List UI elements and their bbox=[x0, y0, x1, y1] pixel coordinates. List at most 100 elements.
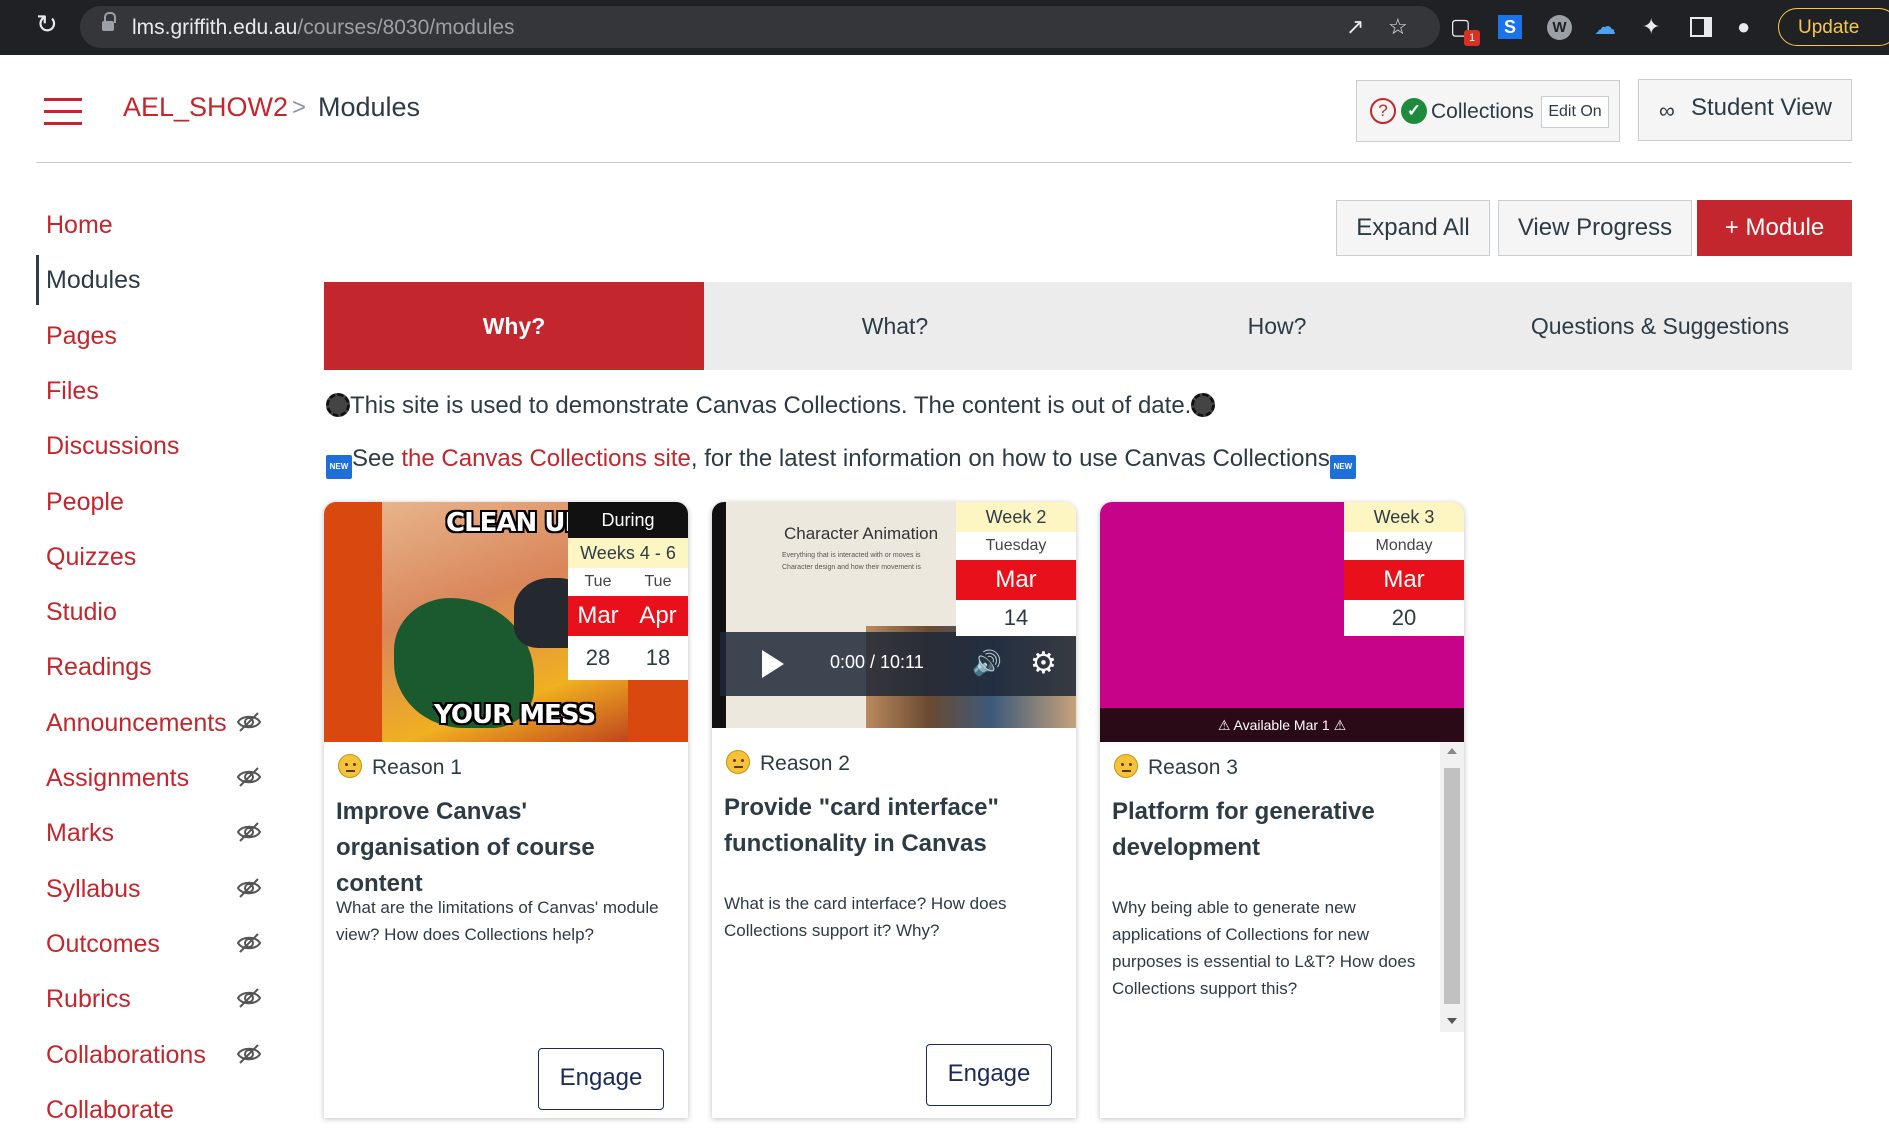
extensions-puzzle-icon[interactable]: ✦ bbox=[1642, 14, 1660, 40]
edit-on-button[interactable]: Edit On bbox=[1541, 96, 1609, 128]
tab-why[interactable]: Why? bbox=[324, 282, 704, 370]
eye-hidden-icon bbox=[236, 932, 262, 954]
collections-label: Collections bbox=[1431, 100, 1534, 123]
extension-s-icon[interactable]: S bbox=[1498, 15, 1522, 39]
sidebar-item-announcements[interactable]: Announcements bbox=[36, 698, 276, 748]
sidebar-item-home[interactable]: Home bbox=[36, 200, 276, 250]
sidebar-item-syllabus[interactable]: Syllabus bbox=[36, 864, 276, 914]
new-icon: NEW bbox=[1329, 455, 1356, 479]
bookmark-star-icon[interactable]: ☆ bbox=[1388, 14, 1408, 40]
url-text[interactable]: lms.griffith.edu.au/courses/8030/modules bbox=[132, 16, 515, 40]
sidebar-item-collaborations[interactable]: Collaborations bbox=[36, 1030, 276, 1080]
collection-card[interactable]: Character Animation Everything that is i… bbox=[712, 502, 1076, 1118]
tab-what[interactable]: What? bbox=[704, 282, 1086, 370]
sidebar-item-quizzes[interactable]: Quizzes bbox=[36, 532, 276, 582]
settings-gear-icon[interactable]: ⚙ bbox=[1030, 646, 1057, 681]
extension-badge: 1 bbox=[1464, 30, 1480, 46]
card-video[interactable]: Character Animation Everything that is i… bbox=[712, 502, 1076, 728]
expand-all-button[interactable]: Expand All bbox=[1336, 200, 1490, 256]
meme-bottom-text: YOUR MESS bbox=[434, 700, 596, 730]
sidebar-item-rubrics[interactable]: Rubrics bbox=[36, 974, 276, 1024]
help-icon[interactable]: ? bbox=[1370, 98, 1396, 124]
sidebar-item-label: People bbox=[46, 488, 124, 516]
date-badge: Week 2 Tuesday Mar 14 bbox=[956, 502, 1076, 636]
address-bar[interactable]: lms.griffith.edu.au/courses/8030/modules… bbox=[80, 6, 1440, 48]
sidebar-item-label: Collaborate bbox=[46, 1096, 174, 1124]
scroll-down-arrow-icon[interactable] bbox=[1447, 1018, 1457, 1024]
tab-questions-suggestions[interactable]: Questions & Suggestions bbox=[1468, 282, 1852, 370]
sidebar-item-studio[interactable]: Studio bbox=[36, 587, 276, 637]
view-progress-button[interactable]: View Progress bbox=[1498, 200, 1692, 256]
tab-how[interactable]: How? bbox=[1086, 282, 1468, 370]
engage-button[interactable]: Engage bbox=[926, 1044, 1052, 1106]
eye-hidden-icon bbox=[236, 821, 262, 843]
sidebar-item-readings[interactable]: Readings bbox=[36, 642, 276, 692]
sidebar-item-assignments[interactable]: Assignments bbox=[36, 753, 276, 803]
sidebar-item-people[interactable]: People bbox=[36, 477, 276, 527]
sidebar-item-label: Home bbox=[46, 211, 113, 239]
thinking-face-icon bbox=[338, 754, 362, 778]
share-icon[interactable]: ↗ bbox=[1346, 14, 1364, 40]
sidebar-item-label: Collaborations bbox=[46, 1041, 206, 1069]
sidebar-item-marks[interactable]: Marks bbox=[36, 808, 276, 858]
scroll-thumb[interactable] bbox=[1444, 768, 1460, 1004]
new-icon: NEW bbox=[326, 455, 352, 479]
eye-hidden-icon bbox=[236, 987, 262, 1009]
card-title: Improve Canvas' organisation of course c… bbox=[336, 798, 595, 897]
sidebar-item-collaborate[interactable]: Collaborate bbox=[36, 1085, 276, 1135]
card-label: Reason 1 bbox=[338, 754, 462, 780]
sidebar-item-outcomes[interactable]: Outcomes bbox=[36, 919, 276, 969]
collections-control: ? ✓ Collections Edit On bbox=[1356, 80, 1620, 142]
collection-card[interactable]: ⚠ Available Mar 1 ⚠ Week 3 Monday Mar 20… bbox=[1100, 502, 1464, 1118]
breadcrumb-course-link[interactable]: AEL_SHOW2 bbox=[123, 92, 288, 123]
card-scrollbar[interactable] bbox=[1440, 742, 1464, 1032]
notice-out-of-date: This site is used to demonstrate Canvas … bbox=[326, 392, 1216, 420]
card-label: Reason 3 bbox=[1114, 754, 1238, 780]
sidebar-item-label: Files bbox=[46, 377, 99, 405]
breadcrumb-separator: > bbox=[292, 94, 307, 121]
student-view-button[interactable]: ∞ Student View bbox=[1638, 79, 1852, 141]
sidebar-item-modules[interactable]: Modules bbox=[36, 255, 276, 305]
engage-button[interactable]: Engage bbox=[538, 1048, 664, 1110]
lock-icon bbox=[102, 12, 116, 33]
sidebar-item-files[interactable]: Files bbox=[36, 366, 276, 416]
construction-icon: ⚠ bbox=[1329, 717, 1347, 733]
eye-hidden-icon bbox=[236, 877, 262, 899]
cloud-icon[interactable]: ☁ bbox=[1594, 14, 1616, 40]
extension-w-icon[interactable]: W bbox=[1547, 15, 1572, 40]
video-slide-title: Character Animation bbox=[784, 524, 939, 543]
sidebar-item-label: Studio bbox=[46, 598, 117, 626]
thinking-face-icon bbox=[726, 750, 750, 774]
glasses-icon: ∞ bbox=[1659, 98, 1675, 123]
card-description: Why being able to generate new applicati… bbox=[1112, 898, 1416, 998]
sidebar-item-label: Announcements bbox=[46, 709, 227, 737]
volume-icon[interactable]: 🔊 bbox=[972, 649, 1002, 678]
scroll-up-arrow-icon[interactable] bbox=[1447, 748, 1457, 754]
collections-tabbar: Why? What? How? Questions & Suggestions bbox=[324, 282, 1852, 370]
collection-card[interactable]: CLEAN UP YOUR MESS During Weeks 4 - 6 Tu… bbox=[324, 502, 688, 1118]
play-icon[interactable] bbox=[762, 650, 784, 678]
thinking-face-icon bbox=[1114, 754, 1138, 778]
collections-site-link[interactable]: the Canvas Collections site bbox=[401, 445, 690, 472]
card-description: What is the card interface? How does Col… bbox=[724, 894, 1007, 940]
breadcrumb-current-page: Modules bbox=[318, 92, 421, 122]
sidebar-item-discussions[interactable]: Discussions bbox=[36, 421, 276, 471]
side-panel-icon[interactable] bbox=[1690, 17, 1712, 37]
sidebar-item-label: Marks bbox=[46, 819, 115, 847]
meme-top-text: CLEAN UP bbox=[446, 508, 584, 538]
reload-icon[interactable]: ↻ bbox=[36, 11, 60, 37]
eye-hidden-icon bbox=[236, 1043, 262, 1065]
menu-hamburger-icon[interactable] bbox=[44, 98, 82, 126]
add-module-button[interactable]: + Module bbox=[1697, 200, 1852, 256]
sidebar-item-label: Assignments bbox=[46, 764, 190, 792]
card-image: ⚠ Available Mar 1 ⚠ Week 3 Monday Mar 20 bbox=[1100, 502, 1464, 742]
update-button[interactable]: Update bbox=[1778, 8, 1889, 46]
date-badge: Week 3 Monday Mar 20 bbox=[1344, 502, 1464, 636]
sidebar-item-label: Modules bbox=[46, 266, 141, 294]
gear-emoji-icon bbox=[326, 393, 350, 417]
student-view-label: Student View bbox=[1691, 94, 1832, 121]
profile-icon[interactable]: ● bbox=[1737, 14, 1750, 40]
video-time: 0:00 / 10:11 bbox=[830, 652, 924, 672]
header-divider bbox=[36, 162, 1852, 163]
sidebar-item-pages[interactable]: Pages bbox=[36, 311, 276, 361]
